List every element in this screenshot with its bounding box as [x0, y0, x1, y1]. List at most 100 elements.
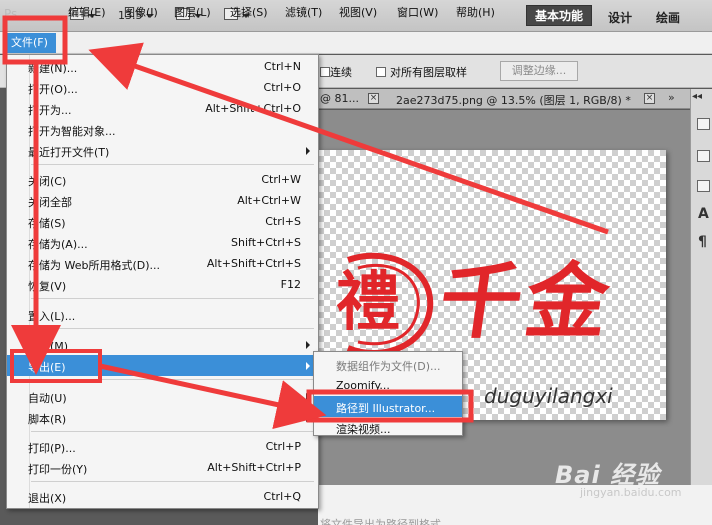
submenu-item-label: 渲染视频...	[336, 423, 391, 436]
menu-item-save[interactable]: 存储(S) Ctrl+S	[7, 211, 318, 232]
more-tabs-icon[interactable]: »	[668, 91, 675, 104]
menu-item-revert[interactable]: 恢复(V) F12	[7, 274, 318, 295]
menu-item-label: 置入(L)...	[28, 310, 76, 323]
tab-document-1[interactable]: @ 81...	[320, 92, 359, 105]
character-panel-icon[interactable]: A	[698, 206, 709, 222]
collapse-panels-icon[interactable]: ◂◂	[692, 91, 702, 102]
workspace-painting[interactable]: 绘画	[656, 9, 680, 26]
step-caption: 将文件导出为路径到格式	[320, 518, 441, 525]
menu-item-label: 打开为智能对象...	[28, 125, 116, 138]
menu-separator	[31, 481, 314, 482]
menu-item-label: 关闭(C)	[28, 175, 67, 188]
menu-window[interactable]: 窗口(W)	[397, 4, 438, 20]
menu-item-shortcut: Shift+Ctrl+S	[231, 236, 301, 249]
menu-item-shortcut: Ctrl+N	[263, 60, 301, 73]
menu-help[interactable]: 帮助(H)	[456, 4, 495, 20]
menu-item-label: 新建(N)...	[28, 62, 78, 75]
menu-item-label: 打开为...	[28, 104, 72, 117]
submenu-item-label: 数据组作为文件(D)...	[336, 360, 441, 373]
submenu-item-label: 路径到 Illustrator...	[336, 402, 436, 415]
menu-item-shortcut: Alt+Ctrl+W	[237, 194, 301, 207]
contiguous-checkbox[interactable]	[320, 67, 330, 77]
workspace-essentials[interactable]: 基本功能	[526, 5, 592, 26]
contiguous-label: 连续	[330, 66, 352, 79]
submenu-arrow-icon	[306, 147, 310, 155]
export-submenu: 数据组作为文件(D)... Zoomify... 路径到 Illustrator…	[313, 351, 463, 436]
photoshop-logo: Ps	[4, 7, 18, 21]
menu-item-open-as[interactable]: 打开为... Alt+Shift+Ctrl+O	[7, 98, 318, 119]
menu-item-label: 打开(O)...	[28, 83, 78, 96]
menu-view[interactable]: 视图(V)	[339, 4, 377, 20]
menu-item-shortcut: Alt+Shift+Ctrl+S	[206, 257, 301, 270]
submenu-item-data-sets-as-files[interactable]: 数据组作为文件(D)...	[314, 354, 462, 375]
menu-file[interactable]: 文件(F)	[6, 33, 56, 53]
menu-separator	[31, 431, 314, 432]
history-panel-icon[interactable]	[697, 118, 710, 130]
menu-separator	[31, 379, 314, 380]
workspace-design[interactable]: 设计	[608, 9, 632, 26]
menu-item-label: 脚本(R)	[28, 413, 67, 426]
menu-item-automate[interactable]: 自动(U)	[7, 386, 318, 407]
menu-item-label: 存储为(A)...	[28, 238, 88, 251]
menu-select[interactable]: 选择(S)	[230, 4, 268, 20]
menu-item-new[interactable]: 新建(N)... Ctrl+N	[7, 56, 318, 77]
menu-item-import[interactable]: 导入(M)	[7, 334, 318, 355]
paragraph-panel-icon[interactable]: ¶	[698, 234, 707, 250]
menu-item-shortcut: Ctrl+W	[261, 173, 301, 186]
menu-image[interactable]: 图像(I)	[124, 4, 158, 20]
menu-item-exit[interactable]: 退出(X) Ctrl+Q	[7, 486, 318, 507]
menu-item-place[interactable]: 置入(L)...	[7, 304, 318, 325]
submenu-item-paths-to-illustrator[interactable]: 路径到 Illustrator...	[314, 396, 462, 417]
menu-item-label: 打印(P)...	[28, 442, 76, 455]
menu-item-save-as[interactable]: 存储为(A)... Shift+Ctrl+S	[7, 232, 318, 253]
panel-dock	[690, 89, 712, 485]
menu-separator	[31, 164, 314, 165]
menu-item-shortcut: Ctrl+O	[263, 81, 301, 94]
menu-item-close-all[interactable]: 关闭全部 Alt+Ctrl+W	[7, 190, 318, 211]
sample-all-layers-label: 对所有图层取样	[390, 66, 467, 79]
menu-layer[interactable]: 图层(L)	[174, 4, 211, 20]
menu-item-label: 导入(M)	[28, 340, 69, 353]
sample-all-layers-checkbox[interactable]	[376, 67, 386, 77]
menu-filter[interactable]: 滤镜(T)	[285, 4, 322, 20]
menu-item-label: 导出(E)	[28, 361, 66, 374]
submenu-item-zoomify[interactable]: Zoomify...	[314, 375, 462, 396]
menu-item-label: 存储为 Web所用格式(D)...	[28, 259, 161, 272]
menu-item-open-as-smart-object[interactable]: 打开为智能对象...	[7, 119, 318, 140]
seal-character: 禮	[336, 265, 400, 340]
menu-item-shortcut: Ctrl+P	[265, 440, 301, 453]
menu-item-recent-files[interactable]: 最近打开文件(T)	[7, 140, 318, 161]
submenu-arrow-icon	[306, 393, 310, 401]
menu-item-save-for-web[interactable]: 存储为 Web所用格式(D)... Alt+Shift+Ctrl+S	[7, 253, 318, 274]
menu-item-shortcut: Alt+Shift+Ctrl+P	[207, 461, 301, 474]
calligraphy-title: 千金	[433, 254, 619, 350]
menu-item-label: 存储(S)	[28, 217, 66, 230]
menu-item-open[interactable]: 打开(O)... Ctrl+O	[7, 77, 318, 98]
submenu-arrow-icon	[306, 362, 310, 370]
menu-edit[interactable]: 编辑(E)	[68, 4, 106, 20]
submenu-item-render-video[interactable]: 渲染视频...	[314, 417, 462, 438]
menu-item-shortcut: Alt+Shift+Ctrl+O	[205, 102, 301, 115]
menu-item-export[interactable]: 导出(E)	[7, 355, 318, 376]
menu-item-label: 恢复(V)	[28, 280, 67, 293]
tab-document-2[interactable]: 2ae273d75.png @ 13.5% (图层 1, RGB/8) *	[396, 92, 631, 108]
file-menu-dropdown: 新建(N)... Ctrl+N 打开(O)... Ctrl+O 打开为... A…	[6, 54, 319, 509]
refine-edge-button[interactable]: 调整边缘...	[500, 61, 578, 81]
close-icon[interactable]: ×	[644, 93, 655, 104]
submenu-arrow-icon	[306, 341, 310, 349]
baidu-jingyan-logo: Bai 经验	[555, 461, 661, 489]
menu-item-label: 退出(X)	[28, 492, 67, 505]
actions-panel-icon[interactable]	[697, 150, 710, 162]
menu-separator	[31, 298, 314, 299]
menu-item-label: 打印一份(Y)	[28, 463, 88, 476]
menu-item-scripts[interactable]: 脚本(R)	[7, 407, 318, 428]
close-icon[interactable]: ×	[368, 93, 379, 104]
baidu-jingyan-url: jingyan.baidu.com	[580, 486, 682, 499]
menu-item-close[interactable]: 关闭(C) Ctrl+W	[7, 169, 318, 190]
brush-panel-icon[interactable]	[697, 180, 710, 192]
menu-separator	[31, 328, 314, 329]
menu-item-label: 最近打开文件(T)	[28, 146, 110, 159]
menu-item-print-one-copy[interactable]: 打印一份(Y) Alt+Shift+Ctrl+P	[7, 457, 318, 478]
menu-item-label: 关闭全部	[28, 196, 72, 209]
menu-item-print[interactable]: 打印(P)... Ctrl+P	[7, 436, 318, 457]
